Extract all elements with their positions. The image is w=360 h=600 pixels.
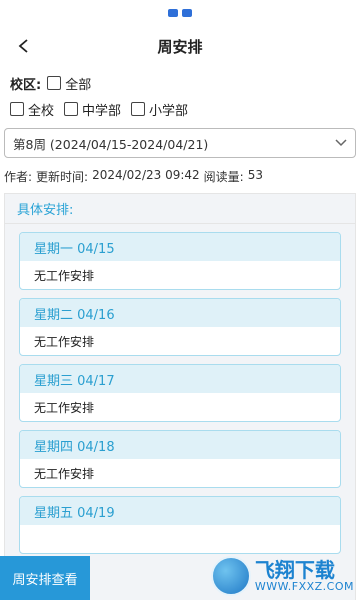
back-button[interactable]	[10, 32, 38, 60]
filter-all[interactable]: 全部	[47, 74, 91, 93]
week-select[interactable]: 第8周 (2024/04/15-2024/04/21)	[4, 128, 356, 158]
day-title: 星期五 04/19	[20, 497, 340, 525]
article-meta: 作者: 更新时间: 2024/02/23 09:42 阅读量: 53	[0, 158, 360, 185]
watermark-text: 飞翔下载 WWW.FXXZ.COM	[255, 559, 354, 593]
day-title: 星期三 04/17	[20, 365, 340, 393]
campus-label: 校区:	[10, 77, 42, 93]
views-value: 53	[247, 168, 263, 182]
watermark-url: WWW.FXXZ.COM	[254, 579, 354, 593]
updated-label: 更新时间:	[36, 170, 89, 184]
chevron-left-icon	[18, 39, 28, 53]
status-icon	[182, 9, 192, 17]
filter-label: 全校	[28, 103, 55, 119]
day-title: 星期一 04/15	[20, 233, 340, 261]
day-card-monday: 星期一 04/15 无工作安排	[19, 232, 341, 290]
day-content: 无工作安排	[34, 466, 95, 481]
status-bar	[0, 0, 360, 26]
filter-whole-school[interactable]: 全校	[10, 100, 54, 119]
chevron-down-icon	[335, 136, 347, 151]
day-content	[20, 525, 340, 553]
checkbox[interactable]	[10, 102, 24, 116]
campus-filters: 校区: 全部 全校 中学部 小学部	[0, 66, 360, 122]
nav-bar: 周安排	[0, 26, 360, 66]
week-select-value: 第8周 (2024/04/15-2024/04/21)	[13, 136, 209, 152]
day-title: 星期四 04/18	[20, 431, 340, 459]
checkbox[interactable]	[131, 102, 146, 116]
checkbox[interactable]	[64, 102, 79, 116]
status-icon	[168, 9, 178, 17]
page-title: 周安排	[157, 37, 203, 56]
day-card-thursday: 星期四 04/18 无工作安排	[19, 430, 341, 488]
filter-all-label: 全部	[65, 77, 92, 93]
day-card-friday: 星期五 04/19	[19, 496, 341, 554]
watermark-logo-icon	[210, 556, 251, 596]
schedule-panel: 具体安排: 星期一 04/15 无工作安排 星期二 04/16 无工作安排 星期…	[4, 193, 356, 600]
day-content: 无工作安排	[34, 400, 95, 415]
weekly-schedule-view-button[interactable]: 周安排查看	[0, 556, 90, 600]
day-card-wednesday: 星期三 04/17 无工作安排	[19, 364, 341, 422]
watermark-name: 飞翔下载	[254, 557, 335, 582]
filter-primary-school[interactable]: 小学部	[131, 100, 188, 119]
day-title: 星期二 04/16	[20, 299, 340, 327]
filter-middle-school[interactable]: 中学部	[64, 100, 121, 119]
checkbox[interactable]	[47, 76, 62, 90]
schedule-header: 具体安排:	[5, 194, 355, 224]
filter-label: 中学部	[82, 103, 122, 119]
views-label: 阅读量:	[203, 170, 244, 184]
author-label: 作者:	[4, 170, 33, 184]
updated-value: 2024/02/23 09:42	[92, 168, 200, 182]
day-card-tuesday: 星期二 04/16 无工作安排	[19, 298, 341, 356]
day-content: 无工作安排	[34, 268, 95, 283]
filter-label: 小学部	[149, 103, 189, 119]
watermark: 飞翔下载 WWW.FXXZ.COM	[210, 556, 354, 596]
day-content: 无工作安排	[34, 334, 95, 349]
